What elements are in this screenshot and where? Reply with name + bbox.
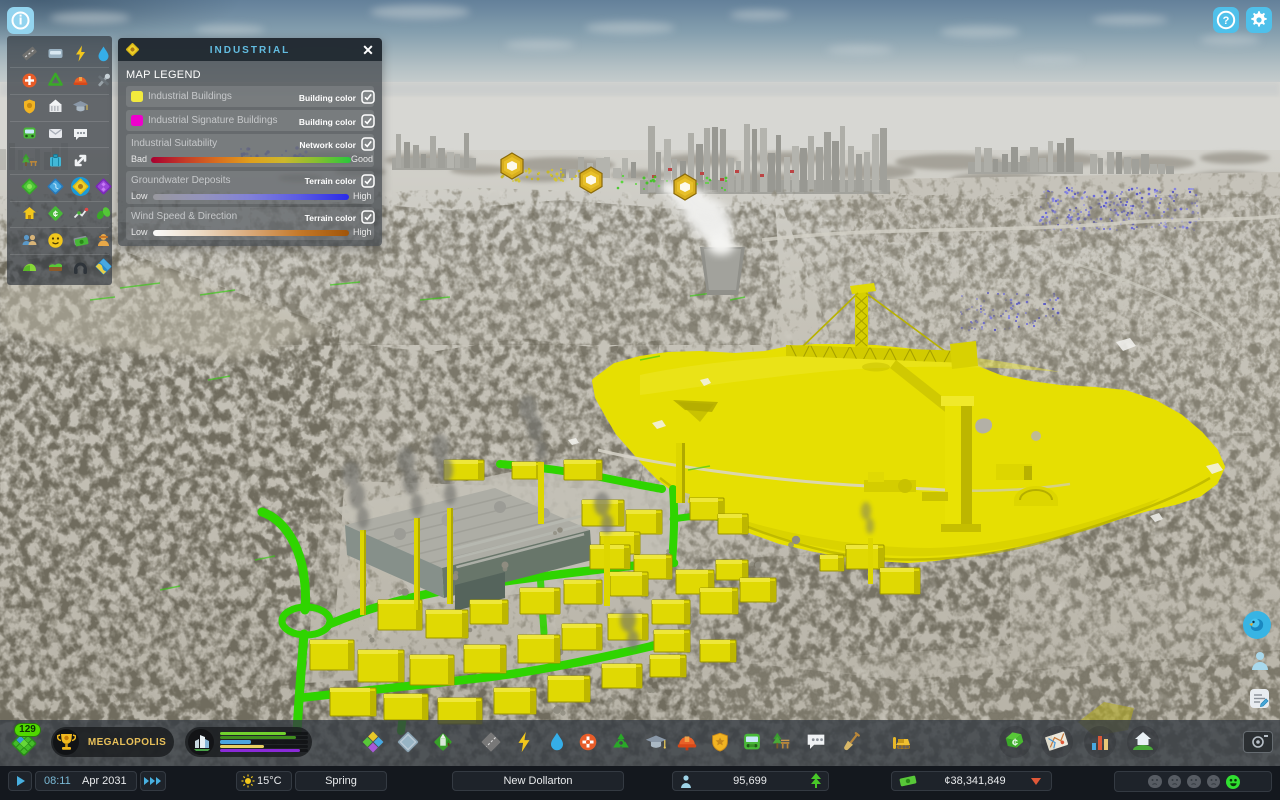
svg-text:?: ? bbox=[1223, 15, 1230, 27]
svg-text:¢: ¢ bbox=[53, 209, 58, 219]
svg-text:¢: ¢ bbox=[1012, 737, 1018, 749]
